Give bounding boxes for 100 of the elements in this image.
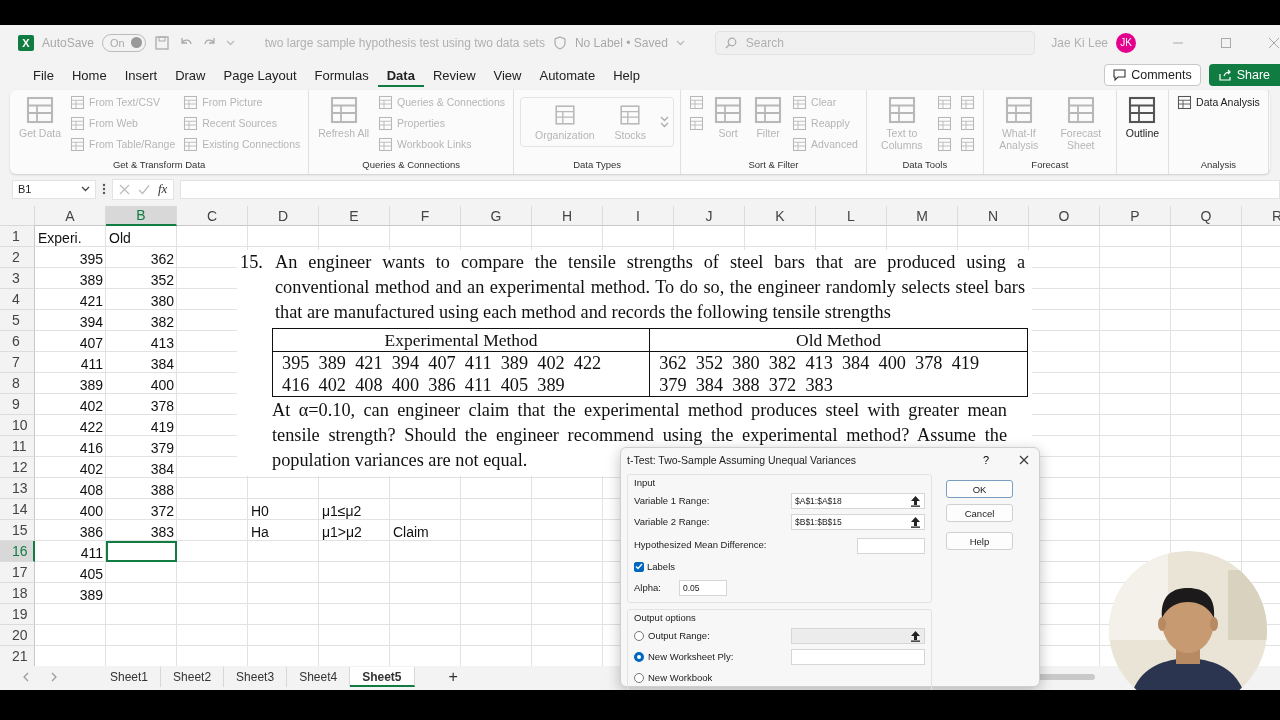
column-header[interactable]: L bbox=[816, 206, 887, 226]
select-all-corner[interactable] bbox=[0, 206, 35, 226]
ribbon-tab[interactable]: View bbox=[484, 63, 531, 87]
help-button[interactable]: ? bbox=[976, 453, 995, 467]
column-header[interactable]: N bbox=[958, 206, 1029, 226]
row-header[interactable]: 15 bbox=[0, 520, 35, 541]
range-field[interactable] bbox=[791, 648, 925, 665]
row-header[interactable]: 9 bbox=[0, 394, 35, 415]
radio-button[interactable] bbox=[634, 672, 644, 683]
column-header[interactable]: P bbox=[1100, 206, 1171, 226]
row-header[interactable]: 3 bbox=[0, 268, 35, 289]
row-header[interactable]: 5 bbox=[0, 310, 35, 331]
ribbon-button[interactable]: Outline bbox=[1122, 93, 1163, 159]
checkbox-label[interactable]: Labels bbox=[647, 561, 675, 572]
column-header[interactable]: I bbox=[603, 206, 674, 226]
name-box[interactable]: B1 bbox=[12, 179, 96, 199]
column-header[interactable]: O bbox=[1029, 206, 1100, 226]
radio-button[interactable] bbox=[634, 630, 644, 641]
caret-icon bbox=[81, 186, 90, 192]
sheet-tab[interactable]: Sheet3 bbox=[224, 667, 288, 687]
checkbox[interactable] bbox=[634, 561, 644, 572]
range-field[interactable]: $B$1:$B$15 bbox=[791, 513, 925, 530]
save-icon[interactable] bbox=[153, 34, 170, 51]
dialog-button[interactable]: Help bbox=[946, 532, 1013, 550]
search-field[interactable]: Search bbox=[714, 30, 1035, 55]
column-header[interactable]: J bbox=[674, 206, 745, 226]
row-header[interactable]: 14 bbox=[0, 499, 35, 520]
share-button[interactable]: Share bbox=[1208, 64, 1280, 86]
check-icon[interactable] bbox=[138, 183, 150, 195]
insert-function-button[interactable]: fx bbox=[158, 181, 168, 197]
search-icon bbox=[724, 36, 737, 49]
column-header[interactable]: M bbox=[887, 206, 958, 226]
ribbon-tab[interactable]: Home bbox=[62, 63, 116, 87]
radio-label[interactable]: Output Range: bbox=[648, 630, 710, 641]
next-sheet-icon[interactable] bbox=[51, 672, 58, 682]
ribbon-tab[interactable]: Review bbox=[423, 63, 485, 87]
row-header[interactable]: 4 bbox=[0, 289, 35, 310]
radio-label[interactable]: New Worksheet Ply: bbox=[648, 651, 734, 662]
column-header[interactable]: E bbox=[319, 206, 390, 226]
grid-icon bbox=[378, 115, 394, 131]
column-header[interactable]: A bbox=[35, 206, 106, 226]
upload-arrow-icon[interactable] bbox=[910, 494, 921, 507]
close-icon[interactable] bbox=[1019, 455, 1029, 465]
upload-arrow-icon[interactable] bbox=[910, 515, 921, 528]
row-header[interactable]: 7 bbox=[0, 352, 35, 373]
row-header[interactable]: 13 bbox=[0, 478, 35, 499]
row-header[interactable]: 21 bbox=[0, 646, 35, 666]
column-header[interactable]: G bbox=[461, 206, 532, 226]
row-header[interactable]: 2 bbox=[0, 247, 35, 268]
more-icon[interactable] bbox=[102, 183, 106, 195]
input-field[interactable]: 0.05 bbox=[678, 579, 727, 596]
ribbon-tab[interactable]: Formulas bbox=[305, 63, 378, 87]
row-header[interactable]: 11 bbox=[0, 436, 35, 457]
range-field[interactable]: $A$1:$A$18 bbox=[791, 492, 925, 509]
grid-icon bbox=[1065, 95, 1096, 125]
row-header[interactable]: 19 bbox=[0, 604, 35, 625]
radio-label[interactable]: New Workbook bbox=[648, 672, 713, 683]
add-sheet-button[interactable]: + bbox=[442, 668, 464, 686]
sheet-tab[interactable]: Sheet2 bbox=[161, 667, 225, 687]
row-header[interactable]: 17 bbox=[0, 562, 35, 583]
ribbon-button[interactable]: Data Analysis bbox=[1175, 93, 1262, 111]
ribbon-tab[interactable]: File bbox=[24, 63, 63, 87]
row-header[interactable]: 6 bbox=[0, 331, 35, 352]
ribbon-tab[interactable]: Insert bbox=[115, 63, 167, 87]
cancel-icon[interactable] bbox=[119, 183, 130, 195]
row-header[interactable]: 20 bbox=[0, 625, 35, 646]
ribbon-tab[interactable]: Automate bbox=[530, 63, 605, 87]
column-header[interactable]: D bbox=[248, 206, 319, 226]
formula-input[interactable] bbox=[180, 179, 1280, 199]
column-header[interactable]: B bbox=[106, 206, 177, 226]
ribbon-tab[interactable]: Help bbox=[604, 63, 649, 87]
sheet-tab[interactable]: Sheet5 bbox=[350, 667, 415, 687]
active-cell[interactable] bbox=[106, 541, 177, 562]
ribbon-tab[interactable]: Draw bbox=[166, 63, 215, 87]
ribbon-tab[interactable]: Page Layout bbox=[214, 63, 306, 87]
row-header[interactable]: 12 bbox=[0, 457, 35, 478]
dialog-button[interactable]: OK bbox=[946, 480, 1013, 498]
sheet-tab[interactable]: Sheet1 bbox=[98, 667, 162, 687]
grid-icon bbox=[689, 115, 705, 131]
column-header[interactable]: F bbox=[390, 206, 461, 226]
column-header[interactable]: Q bbox=[1171, 206, 1242, 226]
row-header[interactable]: 18 bbox=[0, 583, 35, 604]
table-header: Old Method bbox=[649, 328, 1028, 352]
ribbon-tab[interactable]: Data bbox=[377, 63, 424, 87]
row-header[interactable]: 8 bbox=[0, 373, 35, 394]
row-header[interactable]: 1 bbox=[0, 226, 35, 247]
user-avatar[interactable]: JK bbox=[1116, 32, 1136, 53]
question-line: population variances are not equal. bbox=[272, 449, 528, 472]
column-header[interactable]: K bbox=[745, 206, 816, 226]
radio-button[interactable] bbox=[634, 651, 644, 662]
column-header[interactable]: H bbox=[532, 206, 603, 226]
grid-icon bbox=[1003, 95, 1034, 125]
row-header[interactable]: 10 bbox=[0, 415, 35, 436]
maximize-icon[interactable] bbox=[1220, 36, 1232, 49]
previous-sheet-icon[interactable] bbox=[22, 672, 29, 682]
column-header[interactable]: C bbox=[177, 206, 248, 226]
input-field[interactable] bbox=[857, 538, 925, 554]
dialog-button[interactable]: Cancel bbox=[946, 504, 1013, 522]
row-header[interactable]: 16 bbox=[0, 541, 35, 562]
comments-button[interactable]: Comments bbox=[1104, 64, 1201, 86]
